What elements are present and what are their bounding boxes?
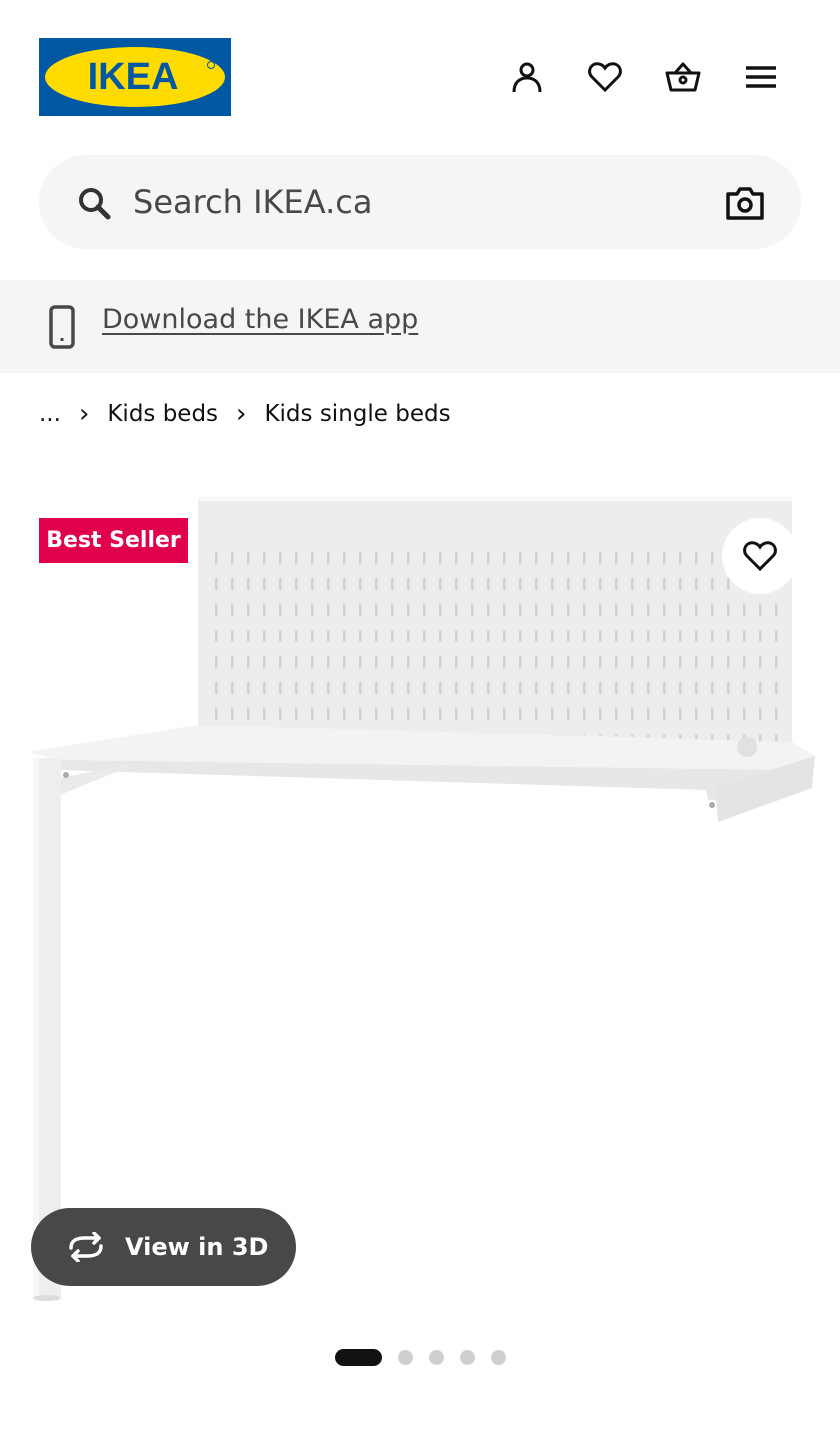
favorite-button[interactable] (722, 518, 798, 594)
pagination-dot-5[interactable] (490, 1349, 506, 1365)
breadcrumb: ... › Kids beds › Kids single beds (39, 398, 451, 430)
pagination-dot-3[interactable] (428, 1349, 444, 1365)
view-in-3d-button[interactable]: View in 3D (31, 1208, 296, 1286)
chevron-right-icon: › (236, 399, 247, 429)
breadcrumb-item-kids-single-beds[interactable]: Kids single beds (264, 401, 450, 427)
download-app-link[interactable]: Download the IKEA app (102, 304, 418, 335)
search-input[interactable] (133, 172, 693, 232)
image-pagination (0, 1347, 840, 1367)
ikea-logo[interactable]: IKEA (39, 38, 231, 116)
svg-text:IKEA: IKEA (88, 56, 179, 98)
rotate-3d-icon (69, 1232, 103, 1262)
heart-icon[interactable] (583, 55, 627, 99)
pagination-dot-2[interactable] (397, 1349, 413, 1365)
pagination-dot-1[interactable] (334, 1348, 382, 1366)
search-icon[interactable] (76, 185, 112, 221)
heart-icon (743, 541, 777, 572)
phone-icon (49, 305, 75, 349)
camera-icon[interactable] (724, 182, 766, 224)
pagination-dot-4[interactable] (459, 1349, 475, 1365)
account-icon[interactable] (505, 55, 549, 99)
best-seller-badge: Best Seller (39, 518, 188, 563)
breadcrumb-item-kids-beds[interactable]: Kids beds (107, 401, 218, 427)
breadcrumb-ellipsis[interactable]: ... (39, 401, 61, 427)
view-in-3d-label: View in 3D (125, 1233, 269, 1261)
shopping-bag-icon[interactable] (661, 55, 705, 99)
chevron-right-icon: › (78, 399, 90, 429)
menu-icon[interactable] (739, 55, 783, 99)
